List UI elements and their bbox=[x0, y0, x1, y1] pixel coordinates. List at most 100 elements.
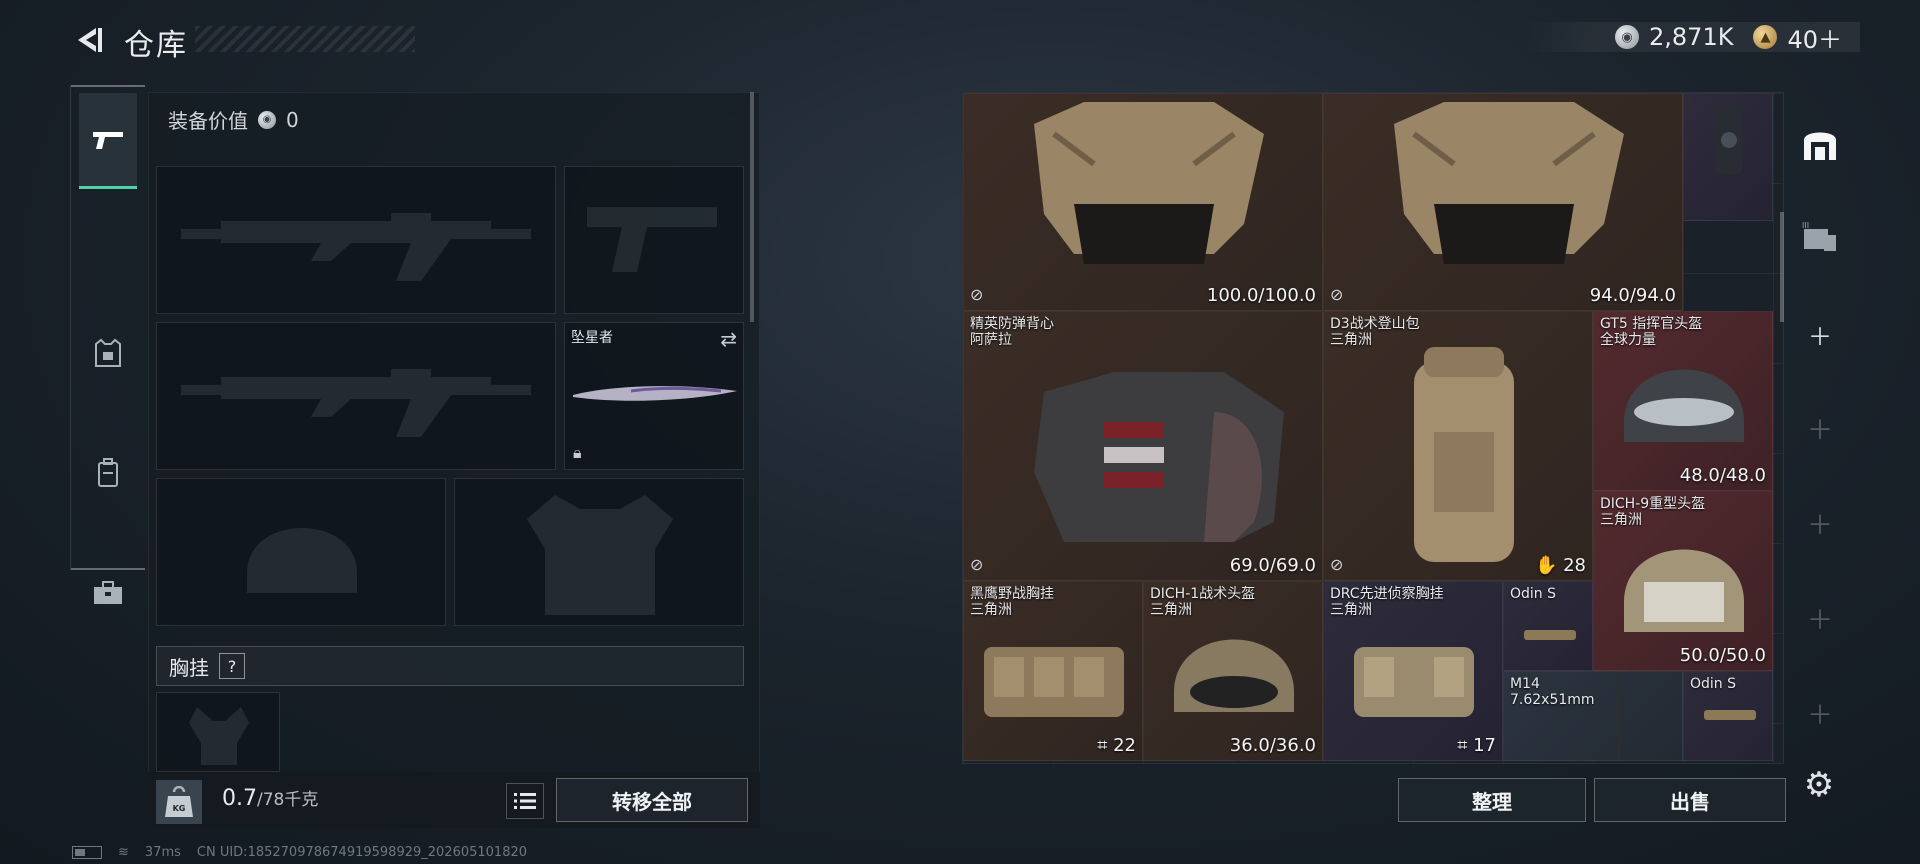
body-armor-slot[interactable] bbox=[454, 478, 744, 626]
gold-currency-value[interactable]: 40＋ bbox=[1787, 20, 1842, 55]
backpack-icon bbox=[98, 458, 118, 487]
durability: 36.0/36.0 bbox=[1229, 735, 1316, 756]
pistol-silhouette-icon bbox=[587, 207, 717, 272]
attachment-image bbox=[1716, 104, 1742, 174]
back-arrow-icon bbox=[78, 28, 102, 52]
locked-storage-slot: ＋ bbox=[1794, 687, 1846, 739]
rig-silhouette-icon bbox=[189, 707, 249, 765]
gold-coin-icon: ▲ bbox=[1753, 25, 1778, 49]
plate-carrier-image bbox=[1034, 102, 1264, 264]
add-icon: ＋ bbox=[1808, 322, 1832, 351]
inventory-item-attachment[interactable] bbox=[1683, 93, 1773, 221]
add-icon: ＋ bbox=[1806, 510, 1833, 541]
inventory-item-dich9-helmet[interactable]: DICH-9重型头盔 三角洲 50.0/50.0 bbox=[1593, 491, 1773, 671]
wifi-icon: ≋ bbox=[118, 845, 129, 860]
svg-text:KG: KG bbox=[173, 804, 186, 813]
locked-storage-slot: ＋ bbox=[1794, 497, 1846, 549]
scope-image bbox=[1524, 630, 1576, 640]
inventory-item-elite-vest[interactable]: 精英防弹背心 阿萨拉 ⊘ 69.0/69.0 bbox=[963, 311, 1323, 581]
nav-weapons[interactable] bbox=[79, 93, 137, 189]
category-nav bbox=[70, 85, 145, 604]
inventory-item-odin-s-2[interactable]: Odin S bbox=[1683, 671, 1773, 761]
weight-max: /78千克 bbox=[257, 790, 319, 810]
equip-value-amount: 0 bbox=[286, 107, 299, 132]
sell-button[interactable]: 出售 bbox=[1594, 778, 1786, 822]
scope-image bbox=[1704, 710, 1756, 720]
armor-vest-icon bbox=[95, 338, 121, 367]
list-view-button[interactable] bbox=[506, 783, 544, 819]
add-storage-tab[interactable]: ＋ bbox=[1794, 308, 1846, 360]
warehouse-icon bbox=[1804, 132, 1836, 160]
melee-slot[interactable]: 坠星者 ⇄ 🔒︎ bbox=[564, 322, 744, 470]
battery-icon bbox=[72, 846, 102, 859]
silver-coin-icon: ◉ bbox=[1615, 25, 1639, 49]
chest-rig-image bbox=[984, 647, 1124, 717]
weight-icon: KG bbox=[156, 780, 202, 824]
item-name: Odin S bbox=[1510, 586, 1557, 602]
inventory-item-odin-s-1[interactable]: Odin S bbox=[1503, 581, 1593, 671]
capacity: ✋ 28 bbox=[1534, 555, 1586, 576]
knife-image bbox=[573, 386, 737, 401]
expand-storage-tab[interactable]: III bbox=[1794, 212, 1846, 264]
durability: 94.0/94.0 bbox=[1589, 285, 1676, 306]
chest-rig-slot[interactable] bbox=[156, 692, 280, 772]
add-icon: ＋ bbox=[1806, 415, 1833, 446]
back-button[interactable] bbox=[70, 22, 106, 58]
armor-vest-image bbox=[1034, 372, 1284, 542]
item-name: 黑鹰野战胸挂 三角洲 bbox=[970, 586, 1054, 618]
rifle-image bbox=[1617, 674, 1621, 760]
inventory-item-backpack[interactable]: D3战术登山包 三角洲 ⊘ ✋ 28 bbox=[1323, 311, 1593, 581]
helmet-silhouette-icon bbox=[247, 528, 357, 593]
title-decoration bbox=[195, 26, 415, 52]
warehouse-tab[interactable] bbox=[1794, 118, 1846, 170]
helmet-image bbox=[1624, 369, 1744, 442]
chest-rig-image bbox=[1354, 647, 1474, 717]
backpack-image bbox=[1414, 347, 1514, 562]
page-title: 仓库 bbox=[124, 28, 188, 63]
durability: 50.0/50.0 bbox=[1679, 645, 1766, 666]
inventory-item-gt5-helmet[interactable]: GT5 指挥官头盔 全球力量 48.0/48.0 bbox=[1593, 311, 1773, 491]
loadout-scrollbar[interactable] bbox=[750, 92, 754, 322]
sidearm-slot[interactable] bbox=[564, 166, 744, 314]
equip-value-label: 装备价值 bbox=[168, 109, 248, 133]
rifle-silhouette-icon bbox=[181, 369, 531, 437]
chest-rig-label: 胸挂 bbox=[169, 655, 209, 680]
gear-icon: ⚙ bbox=[1803, 765, 1835, 805]
inventory-item-vest-1[interactable]: ⊘ 100.0/100.0 bbox=[963, 93, 1323, 311]
nav-toolbox[interactable] bbox=[79, 545, 137, 641]
equip-value: 装备价值 ◉ 0 bbox=[168, 105, 299, 134]
secondary-weapon-slot[interactable] bbox=[156, 322, 556, 470]
inventory-item-blackhawk-rig[interactable]: 黑鹰野战胸挂 三角洲 ⌗ 22 bbox=[963, 581, 1143, 761]
plate-carrier-image bbox=[1394, 102, 1624, 264]
lock-icon: 🔒︎ bbox=[573, 443, 582, 462]
no-repair-icon: ⊘ bbox=[1330, 285, 1344, 304]
primary-weapon-slot[interactable] bbox=[156, 166, 556, 314]
pistol-icon bbox=[93, 131, 123, 149]
rifle-silhouette-icon bbox=[181, 213, 531, 281]
ping: 37ms bbox=[144, 845, 181, 860]
inventory-item-vest-2[interactable]: ⊘ 94.0/94.0 bbox=[1323, 93, 1683, 311]
no-repair-icon: ⊘ bbox=[1330, 555, 1344, 574]
storage-tabs: III ＋ ＋ ＋ ＋ ＋ bbox=[1794, 92, 1846, 764]
capacity: ⌗ 22 bbox=[1097, 735, 1136, 756]
help-icon[interactable]: ? bbox=[219, 653, 245, 679]
item-name: Odin S bbox=[1690, 676, 1737, 692]
inventory-grid: ⊘ 100.0/100.0 ⊘ 94.0/94.0 精英防弹背心 阿萨拉 ⊘ 69… bbox=[962, 92, 1784, 764]
chest-rig-header: 胸挂 ? bbox=[156, 646, 744, 686]
settings-button[interactable]: ⚙ bbox=[1798, 764, 1840, 806]
melee-name: 坠星者 bbox=[571, 330, 613, 346]
locked-storage-slot: ＋ bbox=[1794, 592, 1846, 644]
swap-icon[interactable]: ⇄ bbox=[720, 327, 737, 351]
user-uid: CN UID:18527097867491959892​9_2026051018… bbox=[196, 845, 528, 860]
inventory-scrollbar[interactable] bbox=[1780, 212, 1784, 322]
no-repair-icon: ⊘ bbox=[970, 285, 984, 304]
helmet-slot[interactable] bbox=[156, 478, 446, 626]
inventory-item-m14[interactable]: M14 7.62x51mm bbox=[1503, 671, 1683, 761]
transfer-all-button[interactable]: 转移全部 bbox=[556, 778, 748, 822]
nav-armor[interactable] bbox=[79, 305, 137, 401]
sort-button[interactable]: 整理 bbox=[1398, 778, 1586, 822]
toolbox-icon bbox=[94, 581, 122, 604]
inventory-item-drc-rig[interactable]: DRC先进侦察胸挂 三角洲 ⌗ 17 bbox=[1323, 581, 1503, 761]
nav-backpack[interactable] bbox=[79, 425, 137, 521]
inventory-item-dich1-helmet[interactable]: DICH-1战术头盔 三角洲 36.0/36.0 bbox=[1143, 581, 1323, 761]
